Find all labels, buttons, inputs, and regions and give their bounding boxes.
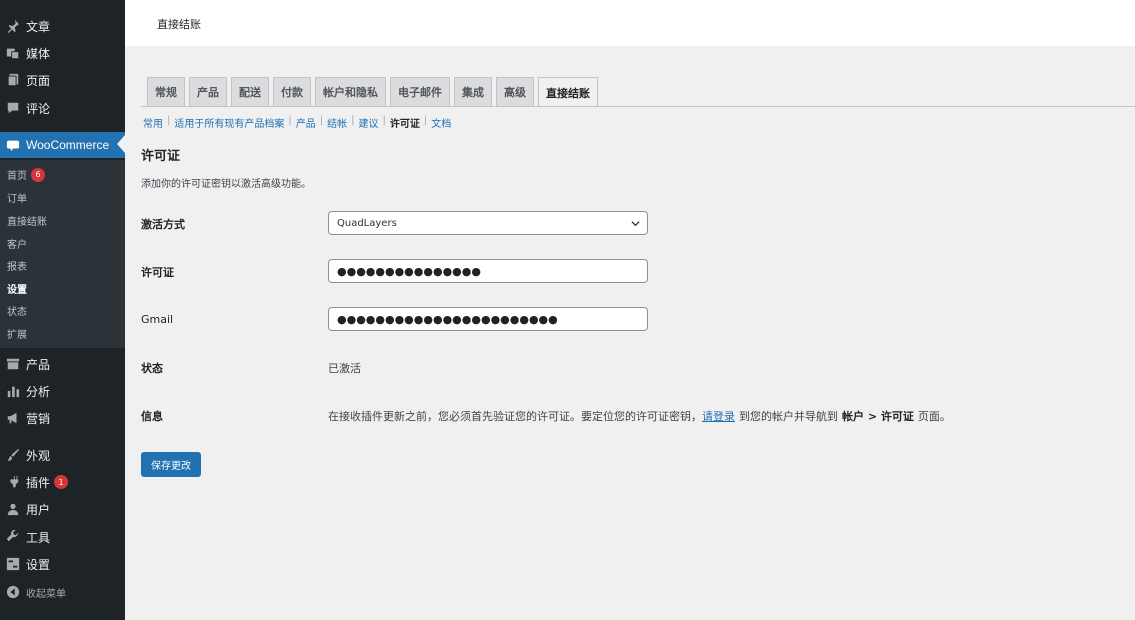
- menu-pages[interactable]: 页面: [0, 68, 125, 92]
- section-subnav: 常用 | 适用于所有现有产品档案 | 产品 | 结帐 | 建议 | 许可证 | 文档: [143, 115, 452, 130]
- submenu-home[interactable]: 首页 6: [7, 167, 45, 182]
- tab-emails[interactable]: 电子邮件: [390, 77, 450, 106]
- subnav-suggestions[interactable]: 建议: [359, 115, 379, 130]
- pages-icon: [0, 73, 26, 87]
- settings-icon: [0, 557, 26, 571]
- login-link[interactable]: 请登录: [702, 408, 735, 424]
- menu-woocommerce[interactable]: WooCommerce: [0, 132, 125, 158]
- menu-users[interactable]: 用户: [0, 497, 125, 521]
- tab-direct-checkout[interactable]: 直接结账: [538, 77, 598, 107]
- info-label: 信息: [141, 410, 163, 423]
- plugin-icon: [0, 475, 26, 489]
- pin-icon: [0, 19, 26, 33]
- submenu-direct-checkout[interactable]: 直接结账: [7, 213, 47, 228]
- license-key-value: ●●●●●●●●●●●●●●●: [337, 264, 481, 278]
- activation-select[interactable]: QuadLayers: [328, 211, 648, 235]
- chevron-down-icon: [631, 221, 640, 227]
- notification-badge: 1: [54, 475, 69, 489]
- submenu-orders[interactable]: 订单: [7, 190, 27, 205]
- subnav-license[interactable]: 许可证: [390, 115, 420, 130]
- subnav-archives[interactable]: 适用于所有现有产品档案: [174, 115, 284, 130]
- status-label: 状态: [141, 362, 163, 375]
- save-changes-button[interactable]: 保存更改: [141, 452, 201, 477]
- subnav-products[interactable]: 产品: [296, 115, 316, 130]
- current-menu-arrow: [117, 135, 125, 153]
- admin-sidebar: 文章 媒体 页面 评论 WooCommerce 首页 6 订单 直接结账 客户 …: [0, 0, 125, 620]
- subnav-documentation[interactable]: 文档: [431, 115, 451, 130]
- menu-analytics[interactable]: 分析: [0, 379, 125, 403]
- settings-tabs: 常规 产品 配送 付款 帐户和隐私 电子邮件 集成 高级 直接结账: [147, 77, 598, 107]
- page-title: 直接结账: [157, 18, 201, 31]
- comment-icon: [0, 101, 26, 115]
- submenu-status[interactable]: 状态: [7, 303, 27, 318]
- submenu-settings[interactable]: 设置: [7, 281, 27, 296]
- status-value: 已激活: [328, 362, 361, 375]
- tab-products[interactable]: 产品: [189, 77, 227, 106]
- menu-tools[interactable]: 工具: [0, 525, 125, 549]
- menu-comments[interactable]: 评论: [0, 96, 125, 120]
- user-icon: [0, 502, 26, 516]
- section-title: 许可证: [141, 149, 181, 164]
- archive-icon: [0, 357, 26, 371]
- collapse-menu-button[interactable]: 收起菜单: [0, 580, 125, 604]
- subnav-checkout[interactable]: 结帐: [327, 115, 347, 130]
- menu-posts[interactable]: 文章: [0, 14, 125, 38]
- media-icon: [0, 46, 26, 60]
- collapse-arrow-icon: [0, 585, 26, 599]
- tab-shipping[interactable]: 配送: [231, 77, 269, 106]
- submenu-extensions[interactable]: 扩展: [7, 326, 27, 341]
- menu-media[interactable]: 媒体: [0, 41, 125, 65]
- activation-select-value: QuadLayers: [337, 217, 397, 229]
- woocommerce-icon: [0, 138, 26, 152]
- tab-accounts-privacy[interactable]: 帐户和隐私: [315, 77, 386, 106]
- license-label: 许可证: [141, 266, 174, 279]
- menu-marketing[interactable]: 营销: [0, 406, 125, 430]
- gmail-value: ●●●●●●●●●●●●●●●●●●●●●●●: [337, 312, 558, 326]
- menu-plugins[interactable]: 插件 1: [0, 470, 125, 494]
- tab-advanced[interactable]: 高级: [496, 77, 534, 106]
- tab-divider: [141, 106, 1135, 107]
- activation-label: 激活方式: [141, 218, 185, 231]
- bar-chart-icon: [0, 384, 26, 398]
- megaphone-icon: [0, 411, 26, 425]
- notification-badge: 6: [31, 167, 45, 182]
- section-description: 添加你的许可证密钥以激活高级功能。: [141, 179, 311, 190]
- info-text: 在接收插件更新之前，您必须首先验证您的许可证。要定位您的许可证密钥， 请登录 到…: [328, 408, 951, 424]
- tab-general[interactable]: 常规: [147, 77, 185, 106]
- tab-integration[interactable]: 集成: [454, 77, 492, 106]
- menu-appearance[interactable]: 外观: [0, 443, 125, 467]
- woocommerce-submenu: 首页 6 订单 直接结账 客户 报表 设置 状态 扩展: [0, 160, 125, 348]
- submenu-reports[interactable]: 报表: [7, 258, 27, 273]
- menu-settings[interactable]: 设置: [0, 552, 125, 576]
- license-key-input[interactable]: ●●●●●●●●●●●●●●●: [328, 259, 648, 283]
- brush-icon: [0, 448, 26, 462]
- wrench-icon: [0, 530, 26, 544]
- menu-products[interactable]: 产品: [0, 352, 125, 376]
- gmail-label: Gmail: [141, 313, 174, 326]
- subnav-general[interactable]: 常用: [143, 115, 163, 130]
- page-header: 直接结账: [125, 0, 1135, 46]
- submenu-customers[interactable]: 客户: [7, 236, 27, 251]
- tab-payments[interactable]: 付款: [273, 77, 311, 106]
- gmail-input[interactable]: ●●●●●●●●●●●●●●●●●●●●●●●: [328, 307, 648, 331]
